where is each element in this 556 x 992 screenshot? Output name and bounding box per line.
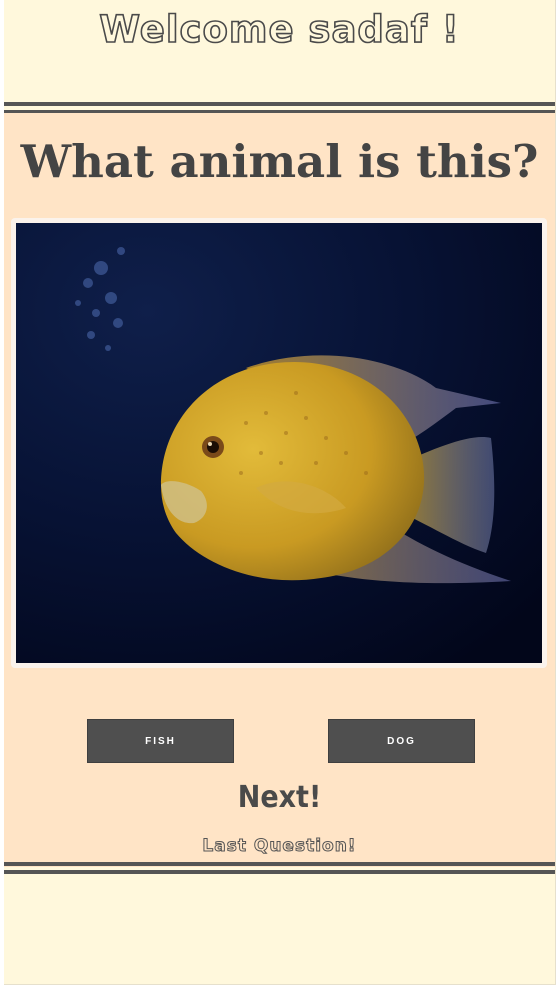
- animal-image-frame: [11, 218, 547, 668]
- welcome-heading: Welcome sadaf !: [98, 7, 460, 52]
- top-divider-line-1: [4, 102, 555, 106]
- page: Welcome sadaf ! What animal is this? FIS…: [4, 0, 556, 985]
- question-title: What animal is this?: [20, 135, 539, 188]
- answer-button-dog[interactable]: DOG: [328, 719, 475, 763]
- answer-button-fish[interactable]: FISH: [87, 719, 234, 763]
- last-question-label: Last Question!: [202, 836, 357, 857]
- bottom-divider-line-1: [4, 862, 555, 866]
- bottom-divider-line-2: [4, 870, 555, 874]
- quiz-panel: What animal is this? FISH DOG Next! Last…: [4, 113, 555, 867]
- fish-image: [16, 223, 542, 663]
- next-button[interactable]: Next!: [4, 780, 555, 815]
